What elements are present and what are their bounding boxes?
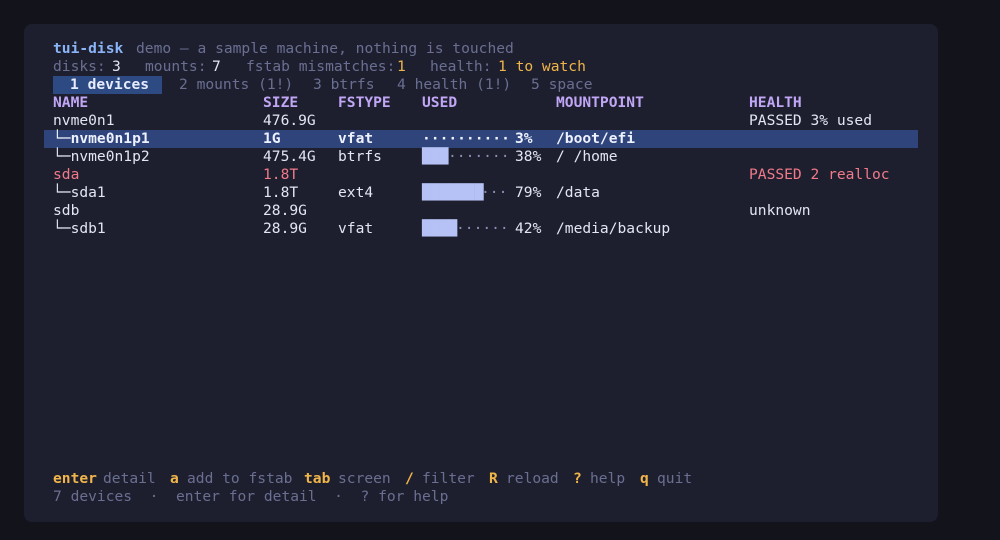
- col-fstype[interactable]: FSTYPE: [338, 94, 391, 112]
- key-enter[interactable]: enter: [53, 470, 97, 488]
- app-name: tui-disk: [53, 40, 124, 57]
- device-health: PASSED 3% used: [749, 112, 873, 129]
- usage-percent: 3%: [515, 130, 533, 147]
- device-size: 28.9G: [263, 202, 307, 219]
- table-row[interactable]: └─nvme0n1p2 475.4G btrfs ███ ······· 38%…: [53, 148, 618, 166]
- device-name: nvme0n1: [53, 112, 115, 129]
- table-row[interactable]: └─sdb1 28.9G vfat ████ ······ 42% /media…: [53, 220, 670, 238]
- mounts-count: 7: [212, 58, 221, 75]
- device-health: PASSED 2 realloc: [749, 166, 890, 183]
- table-row-selected[interactable]: └─nvme0n1p1 1G vfat ·········· 3% /boot/…: [53, 130, 635, 148]
- usage-bar-fill: ███: [422, 148, 449, 165]
- usage-bar-fill: ████: [422, 220, 458, 237]
- table-row[interactable]: nvme0n1 476.9G PASSED 3% used: [53, 112, 872, 130]
- device-name: sdb: [53, 202, 80, 219]
- tab-space[interactable]: 5 space: [531, 76, 593, 94]
- key-filter-desc: filter: [422, 470, 475, 487]
- col-used[interactable]: USED: [422, 94, 457, 112]
- device-mountpoint: /boot/efi: [556, 130, 636, 147]
- usage-bar-empty: ···: [481, 184, 508, 201]
- device-size: 1.8T: [263, 184, 299, 201]
- key-tab-desc: screen: [338, 470, 391, 487]
- device-mountpoint: / /home: [556, 148, 618, 165]
- key-quit[interactable]: q: [640, 470, 649, 488]
- usage-percent: 38%: [515, 148, 542, 165]
- col-size[interactable]: SIZE: [263, 94, 298, 112]
- device-name: └─sda1: [53, 184, 106, 201]
- key-enter-desc: detail: [103, 470, 156, 487]
- device-size: 28.9G: [263, 220, 307, 237]
- key-reload[interactable]: R: [489, 470, 498, 488]
- health-status: 1 to watch: [498, 58, 586, 75]
- key-quit-desc: quit: [657, 470, 693, 487]
- table-header: NAME SIZE FSTYPE USED MOUNTPOINT HEALTH: [53, 94, 802, 112]
- health-label: health:: [430, 58, 492, 75]
- device-size: 476.9G: [263, 112, 316, 129]
- device-fstype: vfat: [338, 220, 374, 237]
- fstab-label: fstab mismatches:: [246, 58, 396, 75]
- key-hints: enter detail a add to fstab tab screen /…: [53, 470, 692, 488]
- device-name: sda: [53, 166, 80, 183]
- key-help[interactable]: ?: [573, 470, 582, 488]
- key-tab[interactable]: tab: [304, 470, 330, 488]
- device-name: └─nvme0n1p2: [53, 148, 150, 165]
- col-health[interactable]: HEALTH: [749, 94, 802, 112]
- disks-count: 3: [112, 58, 121, 75]
- tab-health[interactable]: 4 health (1!): [397, 76, 511, 94]
- tab-mounts[interactable]: 2 mounts (1!): [179, 76, 293, 94]
- mounts-label: mounts:: [145, 58, 207, 75]
- key-filter[interactable]: /: [405, 470, 414, 488]
- table-row[interactable]: sda 1.8T PASSED 2 realloc: [53, 166, 890, 184]
- disks-label: disks:: [53, 58, 106, 75]
- fstab-count: 1: [397, 58, 406, 75]
- key-reload-desc: reload: [506, 470, 559, 487]
- tab-devices[interactable]: 1 devices: [53, 76, 162, 94]
- device-health: unknown: [749, 202, 811, 219]
- col-name[interactable]: NAME: [53, 94, 88, 112]
- usage-bar-empty: ······: [456, 220, 509, 237]
- key-a-desc: add to fstab: [187, 470, 293, 487]
- device-mountpoint: /data: [556, 184, 600, 201]
- usage-bar-empty: ··········: [422, 130, 510, 147]
- key-a[interactable]: a: [170, 470, 179, 488]
- device-mountpoint: /media/backup: [556, 220, 671, 237]
- device-name: └─sdb1: [53, 220, 106, 237]
- app-subtitle: demo — a sample machine, nothing is touc…: [136, 40, 514, 57]
- device-size: 1.8T: [263, 166, 299, 183]
- key-help-desc: help: [590, 470, 626, 487]
- col-mountpoint[interactable]: MOUNTPOINT: [556, 94, 644, 112]
- device-size: 1G: [263, 130, 281, 147]
- usage-percent: 79%: [515, 184, 542, 201]
- table-row[interactable]: sdb 28.9G unknown: [53, 202, 811, 220]
- usage-bar-empty: ·······: [448, 148, 510, 165]
- usage-percent: 42%: [515, 220, 542, 237]
- tab-btrfs[interactable]: 3 btrfs: [313, 76, 375, 94]
- terminal-window: tui-disk demo — a sample machine, nothin…: [24, 24, 938, 522]
- tab-bar: 1 devices 2 mounts (1!) 3 btrfs 4 health…: [53, 76, 593, 94]
- table-row[interactable]: └─sda1 1.8T ext4 ███████ ··· 79% /data: [53, 184, 600, 202]
- device-name: └─nvme0n1p1: [53, 130, 150, 147]
- stats-bar: disks: 3 mounts: 7 fstab mismatches: 1 h…: [53, 58, 586, 76]
- device-fstype: btrfs: [338, 148, 382, 165]
- title-bar: tui-disk demo — a sample machine, nothin…: [53, 40, 514, 58]
- device-fstype: vfat: [338, 130, 374, 147]
- device-size: 475.4G: [263, 148, 316, 165]
- usage-bar-fill: ███████: [422, 184, 484, 201]
- device-fstype: ext4: [338, 184, 374, 201]
- status-line: 7 devices · enter for detail · ? for hel…: [53, 488, 449, 505]
